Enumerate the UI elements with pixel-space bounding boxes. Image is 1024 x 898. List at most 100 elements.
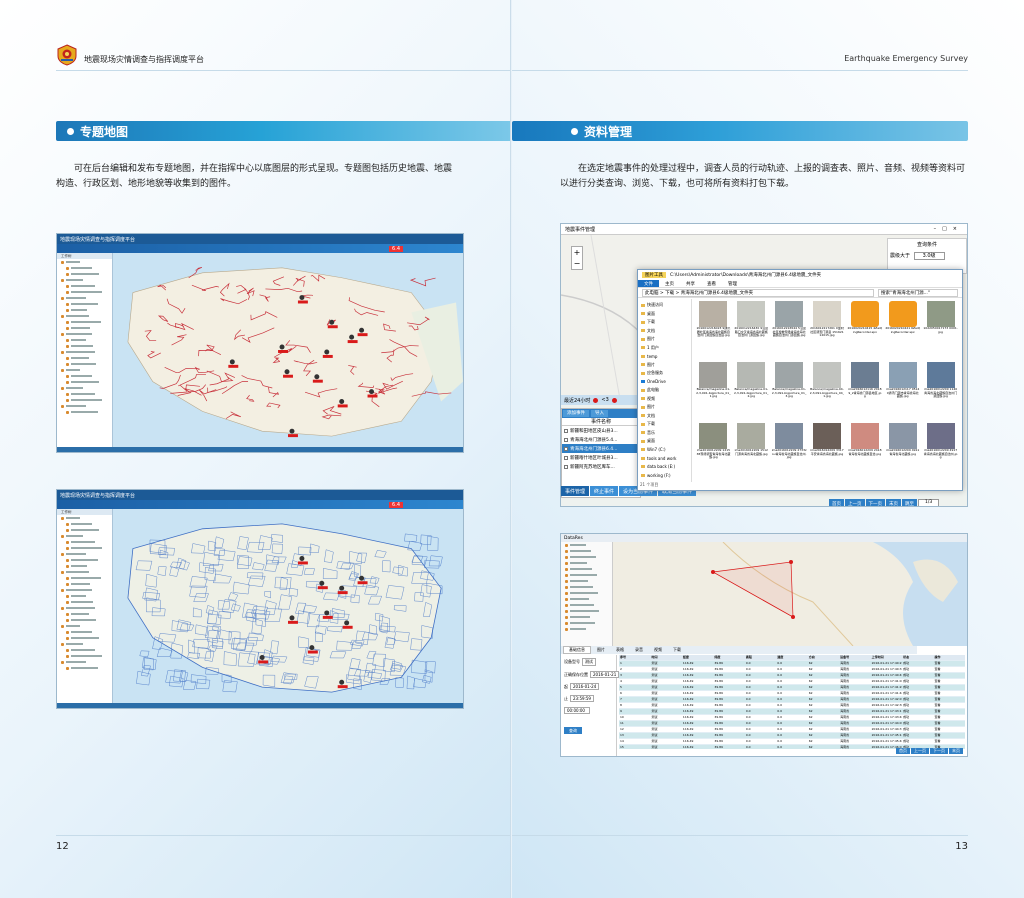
zoom-control[interactable]: + − [571,246,583,270]
checkbox[interactable] [564,464,568,469]
tree-node[interactable] [57,409,112,415]
nav-item[interactable]: 此电脑 [638,386,691,395]
track-map[interactable] [613,542,968,646]
column-header[interactable]: 操作 [934,655,965,660]
pager-value[interactable]: 1/3 [918,499,940,506]
column-header[interactable]: 设备号 [839,655,870,660]
pager-button[interactable]: 下一页 [930,748,948,754]
data-tab[interactable]: 录音 [630,646,648,654]
file-thumbnail[interactable]: 2016020210415 4ZaiQingRecorder.spx [847,301,882,359]
query-input[interactable]: 测试 [582,658,596,666]
data-tab[interactable]: 表格 [611,646,629,654]
pager-button[interactable]: 首页 [896,748,910,754]
layer-tree[interactable]: 工作树 [57,509,113,703]
nav-item[interactable]: 文档 [638,412,691,421]
file-thumbnail[interactable]: ima2016012209 121538现场调查青海省海北藏族.jpg [696,423,731,481]
column-header[interactable]: 纬度 [713,655,744,660]
nav-item[interactable]: 音乐 [638,429,691,438]
event-row[interactable]: 新疆和田地区皮山县3... [562,426,640,435]
file-thumbnail[interactable]: ima2016012209 2733zou青海省海北藏族自治州.jpg [772,423,807,481]
event-row[interactable]: 新疆喀什地区叶城县3... [562,453,640,462]
file-thumbnail[interactable]: 2016012217261 0金村社区调查门源县 15162112015.jpg [810,301,845,359]
device-node[interactable] [561,626,612,632]
file-thumbnail[interactable]: 2016012216430 9沿途路口交叉青海省海北藏族自治州门源回族.jpg [734,301,769,359]
nav-item[interactable]: 应急服务 [638,369,691,378]
nav-item[interactable]: 桌面 [638,437,691,446]
file-thumbnail[interactable]: Balance/magazine-01-2,3,091-bigpicture_0… [734,362,769,420]
event-row[interactable]: 青海海北州门源县6.4... [562,444,640,453]
column-header[interactable]: 速度 [776,655,807,660]
file-thumbnail[interactable]: 2016012216023 9通讯器社区青海省海北藏族自治州门源回族自治县.jp… [696,301,731,359]
file-thumbnail[interactable]: ima2016012117 05140通讯门源市青海省海北藏族.jpg [885,362,920,420]
data-tab[interactable]: 基础信息 [563,646,591,654]
file-thumbnail[interactable]: Balance/magazine-04-2,3,091-bigpicture_0… [810,362,845,420]
bottom-tab[interactable]: 事件管理 [561,486,590,496]
event-row[interactable]: 新疆阿克苏地区库车... [562,462,640,471]
ribbon-tab[interactable]: 管理 [722,280,743,287]
query-button[interactable]: 查询 [564,727,582,734]
pager-button[interactable]: 上一页 [911,748,929,754]
list-toolbar-button[interactable]: 导入 [591,410,608,417]
time-input[interactable]: 00:00:00 [564,707,590,714]
column-header[interactable]: 方向 [808,655,839,660]
bottom-tab[interactable]: 终止事件 [590,486,619,496]
column-header[interactable]: 时间 [650,655,681,660]
nav-item[interactable]: 下载 [638,420,691,429]
file-thumbnail[interactable]: ima2016012209 1140青海省海北藏族自治州门源回族.jpg [923,362,958,420]
nav-item[interactable]: 桌面 [638,310,691,319]
checkbox[interactable] [564,455,568,460]
file-thumbnail[interactable]: ima2016012116 20189_2青海省门源县地区.jpg [847,362,882,420]
checkbox[interactable] [564,446,568,451]
breadcrumb[interactable]: 此电脑 > 下载 > 青海海北州门源县6.4级地震_文件夹 [642,288,874,297]
pager-button[interactable]: 下一页 [865,499,885,506]
file-thumbnail[interactable]: ima2016012209 1512门源青海省海北藏族.jpg [734,423,769,481]
pager-button[interactable]: 首页 [829,499,844,506]
ribbon-tab[interactable]: 主页 [659,280,680,287]
nav-item[interactable]: data back (E:) [638,463,691,472]
file-thumbnail[interactable]: 2016012216544 5沿途社区搜救现场青海省海北藏族自治州门源回族.jp… [772,301,807,359]
file-thumbnail[interactable]: ima2016012209 3317平安青海省海北藏族.jpg [810,423,845,481]
file-thumbnail[interactable]: ima2016012209 4917青海省海北藏族自治州.jpg [923,423,958,481]
column-header[interactable]: 经度 [682,655,713,660]
checkbox[interactable] [564,428,568,433]
map-canvas[interactable] [113,253,463,447]
ribbon-tab[interactable]: 文件 [638,280,659,287]
layer-tree[interactable]: 工作树 [57,253,113,447]
file-thumbnail[interactable]: 1022050017173 0001.jpg [923,301,958,359]
column-header[interactable]: 序号 [619,655,650,660]
device-tree[interactable] [561,542,613,646]
column-header[interactable]: 上传时间 [871,655,902,660]
pager-button[interactable]: 跳至 [902,499,917,506]
file-thumbnail[interactable]: ima2016012209 2418青海省海北藏族自治.jpg [847,423,882,481]
file-thumbnail[interactable]: ima2016012209 4911青海省海北藏族.jpg [885,423,920,481]
search-input[interactable]: 搜索"青海海北州门源..." [878,288,958,297]
data-tab[interactable]: 视频 [649,646,667,654]
tree-node[interactable] [57,665,112,671]
nav-item[interactable]: 文档 [638,327,691,336]
nav-item[interactable]: 视频 [638,395,691,404]
column-header[interactable]: 状态 [902,655,933,660]
query-input[interactable]: 23:59:59 [570,695,594,702]
data-tab[interactable]: 下载 [668,646,686,654]
pager-button[interactable]: 末页 [949,748,963,754]
nav-item[interactable]: 图片 [638,335,691,344]
nav-item[interactable]: temp [638,352,691,361]
query-input[interactable]: 2016-01-21 [590,671,620,678]
file-thumbnail[interactable]: Balance/magazine-01-2,3,091-bigpicture_0… [772,362,807,420]
magnitude-filter-select[interactable]: 3.0级 [913,252,945,260]
ribbon-tab[interactable]: 共享 [680,280,701,287]
nav-item[interactable]: 快速访问 [638,301,691,310]
list-toolbar-button[interactable]: 添加事件 [563,410,589,417]
data-tab[interactable]: 图片 [592,646,610,654]
pager-button[interactable]: 上一页 [845,499,865,506]
nav-item[interactable]: OneDrive [638,378,691,387]
nav-item[interactable]: Win7 (C:) [638,446,691,455]
column-header[interactable]: 高程 [745,655,776,660]
query-input[interactable]: 2016-01-24 [570,683,600,690]
nav-item[interactable]: working (F:) [638,471,691,480]
nav-item[interactable]: tools and work [638,454,691,463]
nav-item[interactable]: 图片 [638,403,691,412]
file-thumbnail[interactable]: 2016020210421 6ZaiQingRecorder.spx [885,301,920,359]
ribbon-tab[interactable]: 查看 [701,280,722,287]
nav-item[interactable]: 下载 [638,318,691,327]
